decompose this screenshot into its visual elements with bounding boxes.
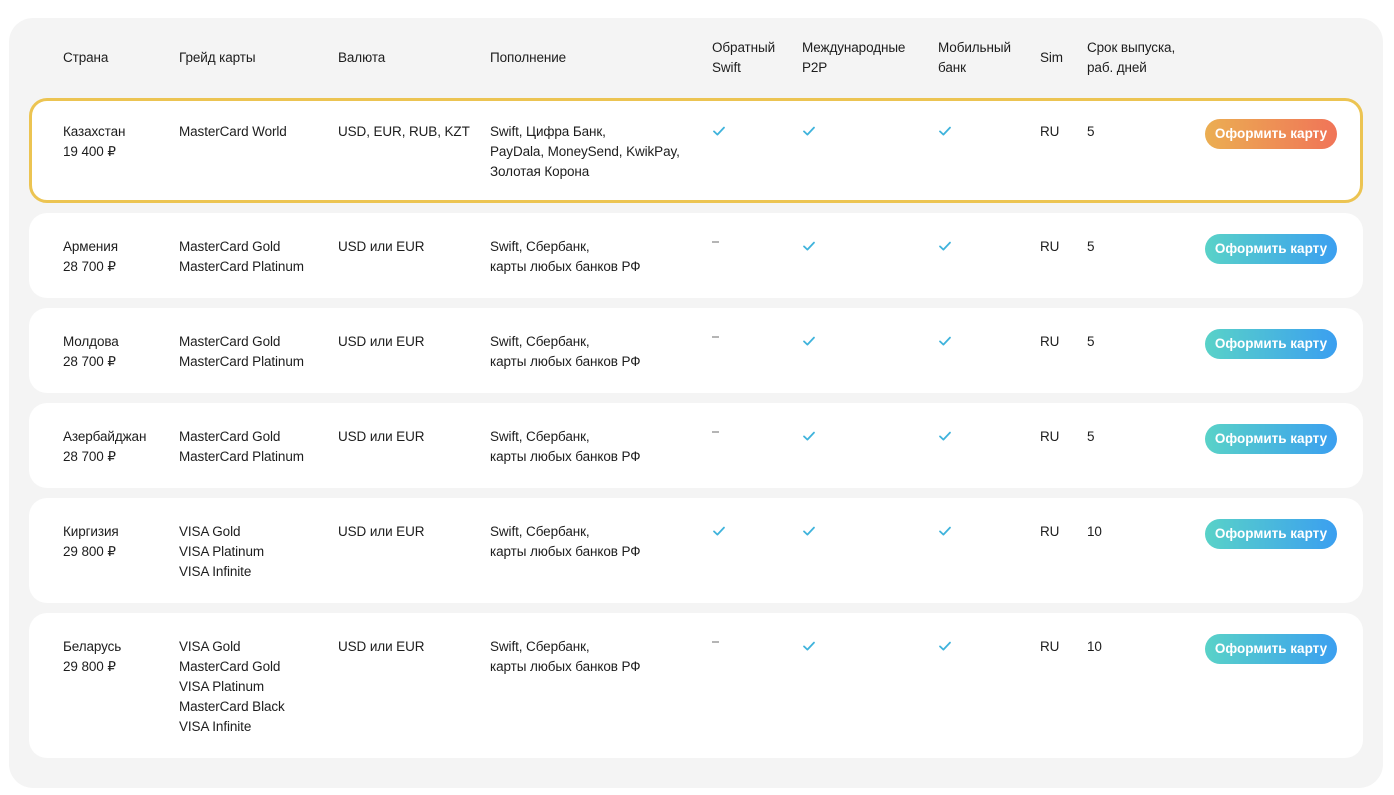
cell-topup: Swift, Сбербанк, карты любых банков РФ [490, 524, 641, 559]
cell-sim: RU [1040, 639, 1060, 654]
check-icon [802, 639, 816, 653]
cell-sim: RU [1040, 524, 1060, 539]
header-intl-p2p: Международные P2P [802, 40, 906, 75]
order-card-button[interactable]: Оформить карту [1205, 634, 1337, 664]
cell-card-grade: MasterCard Gold MasterCard Platinum [179, 334, 304, 369]
check-icon [802, 429, 816, 443]
header-issue-term: Срок выпуска, раб. дней [1087, 40, 1176, 75]
cell-card-grade: MasterCard World [179, 124, 287, 139]
cell-country: Киргизия 29 800 ₽ [63, 524, 119, 559]
cell-topup: Swift, Сбербанк, карты любых банков РФ [490, 429, 641, 464]
header-currency: Валюта [338, 50, 386, 65]
order-card-button[interactable]: Оформить карту [1205, 424, 1337, 454]
cell-sim: RU [1040, 334, 1060, 349]
cell-topup: Swift, Цифра Банк, PayDala, MoneySend, Kw… [490, 124, 680, 179]
check-icon [938, 524, 952, 538]
order-card-button[interactable]: Оформить карту [1205, 519, 1337, 549]
table-row: Армения 28 700 ₽ MasterCard Gold MasterCard… [29, 213, 1363, 298]
cell-card-grade: MasterCard Gold MasterCard Platinum [179, 239, 304, 274]
cell-card-grade: VISA Gold VISA Platinum VISA Infinite [179, 524, 264, 579]
cell-card-grade: MasterCard Gold MasterCard Platinum [179, 429, 304, 464]
order-card-button[interactable]: Оформить карту [1205, 329, 1337, 359]
cell-topup: Swift, Сбербанк, карты любых банков РФ [490, 334, 641, 369]
cell-currency: USD или EUR [338, 524, 425, 539]
table-header: Страна Грейд карты Валюта Пополнение Обр… [9, 18, 1383, 98]
header-sim: Sim [1040, 50, 1063, 65]
header-grade: Грейд карты [179, 50, 256, 65]
cell-issue-days: 10 [1087, 524, 1102, 539]
cell-currency: USD, EUR, RUB, KZT [338, 124, 470, 139]
dash-icon [712, 336, 719, 338]
cell-issue-days: 5 [1087, 124, 1095, 139]
cell-currency: USD или EUR [338, 429, 425, 444]
cell-issue-days: 5 [1087, 429, 1095, 444]
check-icon [938, 334, 952, 348]
cell-country: Молдова 28 700 ₽ [63, 334, 119, 369]
cell-currency: USD или EUR [338, 639, 425, 654]
dash-icon [712, 431, 719, 433]
dash-icon [712, 241, 719, 243]
header-mobile-bank: Мобильный банк [938, 40, 1011, 75]
cell-card-grade: VISA Gold MasterCard Gold VISA Platinum Mas… [179, 639, 285, 734]
header-reverse-swift: Обратный Swift [712, 40, 776, 75]
check-icon [712, 524, 726, 538]
cell-issue-days: 10 [1087, 639, 1102, 654]
cell-country: Азербайджан 28 700 ₽ [63, 429, 147, 464]
cell-issue-days: 5 [1087, 334, 1095, 349]
cell-topup: Swift, Сбербанк, карты любых банков РФ [490, 639, 641, 674]
check-icon [802, 124, 816, 138]
cell-sim: RU [1040, 124, 1060, 139]
cell-currency: USD или EUR [338, 334, 425, 349]
order-card-button[interactable]: Оформить карту [1205, 119, 1337, 149]
table-row: Киргизия 29 800 ₽ VISA Gold VISA Platinum VI… [29, 498, 1363, 603]
cell-sim: RU [1040, 239, 1060, 254]
check-icon [938, 429, 952, 443]
table-row: Молдова 28 700 ₽ MasterCard Gold MasterCard… [29, 308, 1363, 393]
header-topup: Пополнение [490, 50, 567, 65]
cell-country: Беларусь 29 800 ₽ [63, 639, 122, 674]
cell-topup: Swift, Сбербанк, карты любых банков РФ [490, 239, 641, 274]
check-icon [938, 124, 952, 138]
header-country: Страна [63, 50, 109, 65]
check-icon [802, 239, 816, 253]
table-row: Азербайджан 28 700 ₽ MasterCard Gold Master… [29, 403, 1363, 488]
check-icon [938, 639, 952, 653]
cell-currency: USD или EUR [338, 239, 425, 254]
table-row: Казахстан 19 400 ₽ MasterCard World USD, EU… [29, 98, 1363, 203]
check-icon [802, 524, 816, 538]
cell-country: Армения 28 700 ₽ [63, 239, 118, 274]
check-icon [712, 124, 726, 138]
card-comparison-table: Страна Грейд карты Валюта Пополнение Обр… [9, 18, 1383, 788]
check-icon [938, 239, 952, 253]
cell-sim: RU [1040, 429, 1060, 444]
cell-issue-days: 5 [1087, 239, 1095, 254]
check-icon [802, 334, 816, 348]
dash-icon [712, 641, 719, 643]
cell-country: Казахстан 19 400 ₽ [63, 124, 126, 159]
table-row: Беларусь 29 800 ₽ VISA Gold MasterCard Gold… [29, 613, 1363, 758]
order-card-button[interactable]: Оформить карту [1205, 234, 1337, 264]
